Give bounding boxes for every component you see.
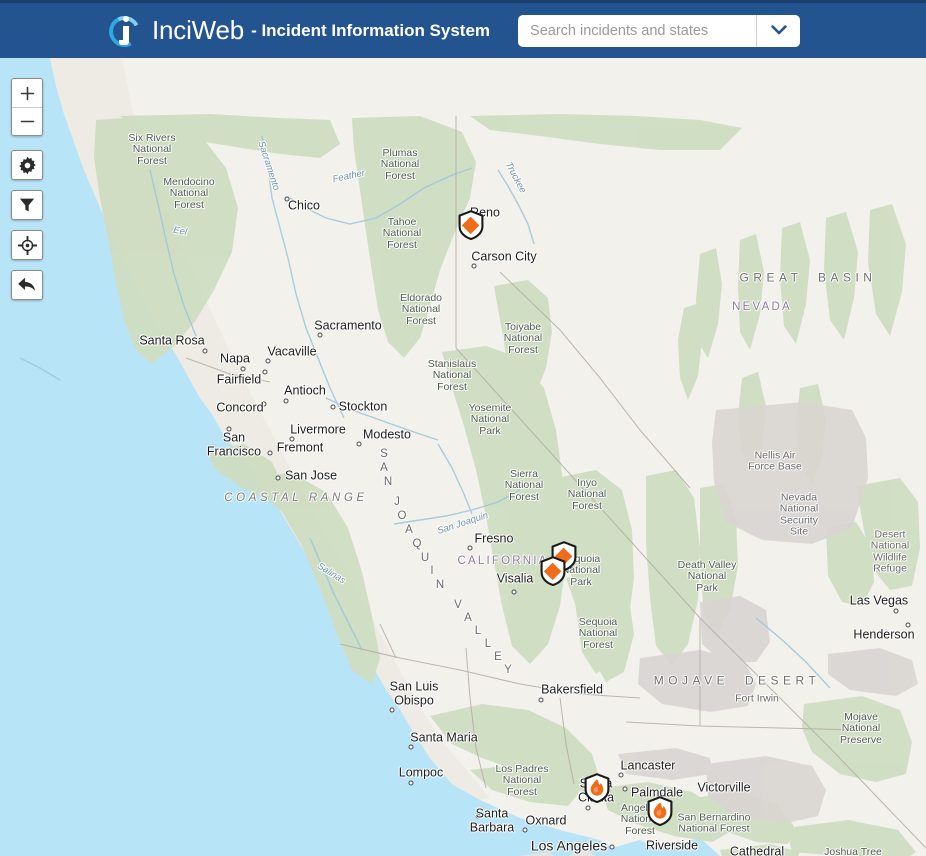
- map-basemap: [0, 58, 926, 856]
- filter-button[interactable]: [12, 191, 42, 219]
- app-header: InciWeb - Incident Information System: [0, 0, 926, 58]
- back-button[interactable]: [12, 271, 42, 299]
- incident-marker-angeles-nf[interactable]: [647, 796, 673, 826]
- incident-marker-reno[interactable]: [458, 210, 484, 240]
- incident-marker-sequoia-2[interactable]: [540, 556, 566, 586]
- back-control-group: [11, 270, 43, 300]
- funnel-icon: [19, 198, 35, 212]
- zoom-control-group: [11, 78, 43, 136]
- gear-icon: [18, 156, 36, 174]
- zoom-out-button[interactable]: [12, 107, 42, 135]
- locate-button[interactable]: [12, 231, 42, 259]
- search-dropdown-button[interactable]: [756, 14, 801, 47]
- zoom-in-button[interactable]: [12, 79, 42, 107]
- settings-button[interactable]: [12, 151, 42, 179]
- inciweb-logo-icon: [104, 11, 145, 51]
- chevron-down-icon: [770, 25, 787, 35]
- minus-icon: [20, 120, 34, 123]
- plus-icon: [20, 86, 34, 100]
- settings-control-group: [11, 150, 43, 180]
- incident-marker-santa-clarita[interactable]: [584, 773, 610, 803]
- search-input[interactable]: [518, 14, 757, 47]
- inciweb-app: InciWeb - Incident Information System Se…: [0, 0, 926, 856]
- map-controls: [11, 78, 43, 300]
- brand-block: InciWeb - Incident Information System: [104, 3, 491, 58]
- filter-control-group: [11, 190, 43, 220]
- crosshair-icon: [17, 235, 37, 255]
- search-bar: [518, 14, 801, 47]
- brand-subtitle: - Incident Information System: [251, 20, 491, 40]
- back-arrow-icon: [18, 277, 36, 291]
- brand-title: InciWeb: [152, 15, 245, 45]
- incident-map[interactable]: Six Rivers National Forest Mendocino Nati…: [0, 58, 926, 856]
- locate-control-group: [11, 230, 43, 260]
